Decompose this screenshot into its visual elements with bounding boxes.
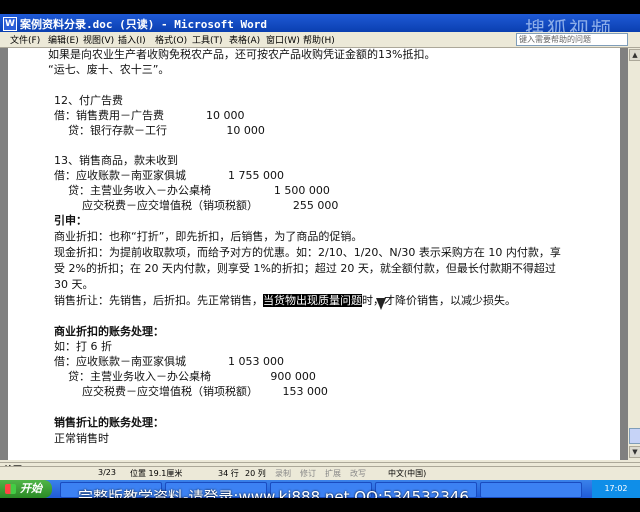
document-line: 销售折让的账务处理： <box>54 416 164 429</box>
windows-flag-icon <box>5 484 16 494</box>
status-revision[interactable]: 修订 <box>300 468 316 479</box>
document-line: 如：打 6 折 <box>54 340 112 353</box>
line-text: 如果是向农业生产者收购免税农产品，还可按农产品收购凭证金额的13%抵扣。 <box>48 48 436 61</box>
document-line: 12、付广告费 <box>54 94 123 107</box>
line-text: 借：销售费用－广告费 10 000 <box>54 109 245 122</box>
document-line: 应交税费－应交增值税（销项税额） 153 000 <box>54 385 328 398</box>
document-line: 受 2%的折扣；在 20 天内付款，则享受 1%的折扣；超过 20 天，就全额付… <box>54 262 556 275</box>
document-line: 销售折让：先销售，后折扣。先正常销售，当货物出现质量问题时，才降价销售，以减少损… <box>54 294 516 307</box>
document-line: 如果是向农业生产者收购免税农产品，还可按农产品收购凭证金额的13%抵扣。 <box>48 48 435 61</box>
status-overwrite[interactable]: 改写 <box>350 468 366 479</box>
selected-text[interactable]: 当货物出现质量问题 <box>263 294 362 307</box>
window-title: 案例资料分录.doc (只读) - Microsoft Word <box>20 18 267 31</box>
scroll-thumb[interactable] <box>629 428 640 444</box>
line-text: 贷：主营业务收入－办公桌椅 1 500 000 <box>54 184 330 197</box>
document-line: 商业折扣：也称“打折”，即先折扣，后销售，为了商品的促销。 <box>54 230 362 243</box>
document-line: 借：销售费用－广告费 10 000 <box>54 109 244 122</box>
document-line: 13、销售商品，款未收到 <box>54 154 178 167</box>
status-language: 中文(中国) <box>388 469 427 478</box>
system-tray-clock[interactable]: 17:02 <box>592 480 640 498</box>
document-line: 应交税费－应交增值税（销项税额） 255 000 <box>54 199 338 212</box>
line-text: 30 天。 <box>54 278 94 291</box>
line-text: “运七、废十、农十三”。 <box>48 63 170 76</box>
status-page: 3/23 <box>98 468 116 477</box>
document-line: 现金折扣：为提前收取款项，而给予对方的优惠。如：2/10、1/20、N/30 表… <box>54 246 561 259</box>
line-text: 如：打 6 折 <box>54 340 112 353</box>
line-text: 正常销售时 <box>54 432 109 445</box>
menu-table[interactable]: 表格(A) <box>229 33 260 46</box>
document-page[interactable]: 如果是向农业生产者收购免税农产品，还可按农产品收购凭证金额的13%抵扣。 “运七、… <box>8 48 620 460</box>
line-text: 商业折扣的账务处理： <box>54 325 164 338</box>
scroll-up-icon[interactable]: ▲ <box>629 49 640 61</box>
document-line: 30 天。 <box>54 278 94 291</box>
top-black-border <box>0 0 640 14</box>
mouse-cursor-icon <box>376 298 386 310</box>
status-extend[interactable]: 扩展 <box>325 468 341 479</box>
document-line: 商业折扣的账务处理： <box>54 325 164 338</box>
menu-view[interactable]: 视图(V) <box>83 33 114 46</box>
line-text: 现金折扣：为提前收取款项，而给予对方的优惠。如：2/10、1/20、N/30 表… <box>54 246 561 259</box>
document-line: 正常销售时 <box>54 432 109 445</box>
line-text: 销售折让：先销售，后折扣。先正常销售， <box>54 294 263 307</box>
status-record[interactable]: 录制 <box>275 468 291 479</box>
start-label: 开始 <box>20 482 42 495</box>
word-app-icon: W <box>3 17 17 31</box>
menu-file[interactable]: 文件(F) <box>10 33 40 46</box>
line-text: 12、付广告费 <box>54 94 123 107</box>
line-text: 受 2%的折扣；在 20 天内付款，则享受 1%的折扣；超过 20 天，就全额付… <box>54 262 556 275</box>
menu-insert[interactable]: 插入(I) <box>118 33 146 46</box>
line-text: 贷：银行存款－工行 10 000 <box>54 124 265 137</box>
vertical-scrollbar[interactable]: ▲ ▼ <box>628 48 640 460</box>
document-line: 借：应收账款－南亚家俱城 1 053 000 <box>54 355 284 368</box>
document-line: “运七、废十、农十三”。 <box>48 63 169 76</box>
line-text: 借：应收账款－南亚家俱城 1 053 000 <box>54 355 284 368</box>
taskbar-window-button[interactable] <box>480 482 582 498</box>
line-text: 销售折让的账务处理： <box>54 416 164 429</box>
document-line: 贷：银行存款－工行 10 000 <box>54 124 265 137</box>
line-text: 引申： <box>54 214 87 227</box>
line-text: 应交税费－应交增值税（销项税额） 153 000 <box>54 385 328 398</box>
line-text: 贷：主营业务收入－办公桌椅 900 000 <box>54 370 316 383</box>
status-column: 20 列 <box>245 469 266 478</box>
status-line: 34 行 <box>218 469 239 478</box>
menu-format[interactable]: 格式(O) <box>155 33 187 46</box>
menu-window[interactable]: 窗口(W) <box>266 33 300 46</box>
menu-edit[interactable]: 编辑(E) <box>48 33 79 46</box>
title-bar: W 案例资料分录.doc (只读) - Microsoft Word 搜狐视频 <box>0 14 640 41</box>
document-line: 引申： <box>54 214 87 227</box>
menu-help[interactable]: 帮助(H) <box>303 33 335 46</box>
menu-tools[interactable]: 工具(T) <box>192 33 223 46</box>
line-text: 应交税费－应交增值税（销项税额） 255 000 <box>54 199 339 212</box>
bottom-black-border <box>0 498 640 512</box>
start-button[interactable]: 开始 <box>0 480 52 498</box>
document-line: 贷：主营业务收入－办公桌椅 900 000 <box>54 370 316 383</box>
document-line: 借：应收账款－南亚家俱城 1 755 000 <box>54 169 284 182</box>
document-area: 如果是向农业生产者收购免税农产品，还可按农产品收购凭证金额的13%抵扣。 “运七、… <box>0 48 628 460</box>
status-position: 位置 19.1厘米 <box>130 469 183 478</box>
help-question-input[interactable]: 键入需要帮助的问题 <box>516 33 628 46</box>
line-text: 商业折扣：也称“打折”，即先折扣，后销售，为了商品的促销。 <box>54 230 363 243</box>
line-text: 13、销售商品，款未收到 <box>54 154 178 167</box>
document-line: 贷：主营业务收入－办公桌椅 1 500 000 <box>54 184 330 197</box>
scroll-down-icon[interactable]: ▼ <box>629 446 640 458</box>
line-text: 借：应收账款－南亚家俱城 1 755 000 <box>54 169 284 182</box>
status-bar: 3/23 位置 19.1厘米 34 行 20 列 录制 修订 扩展 改写 中文(… <box>0 466 640 481</box>
